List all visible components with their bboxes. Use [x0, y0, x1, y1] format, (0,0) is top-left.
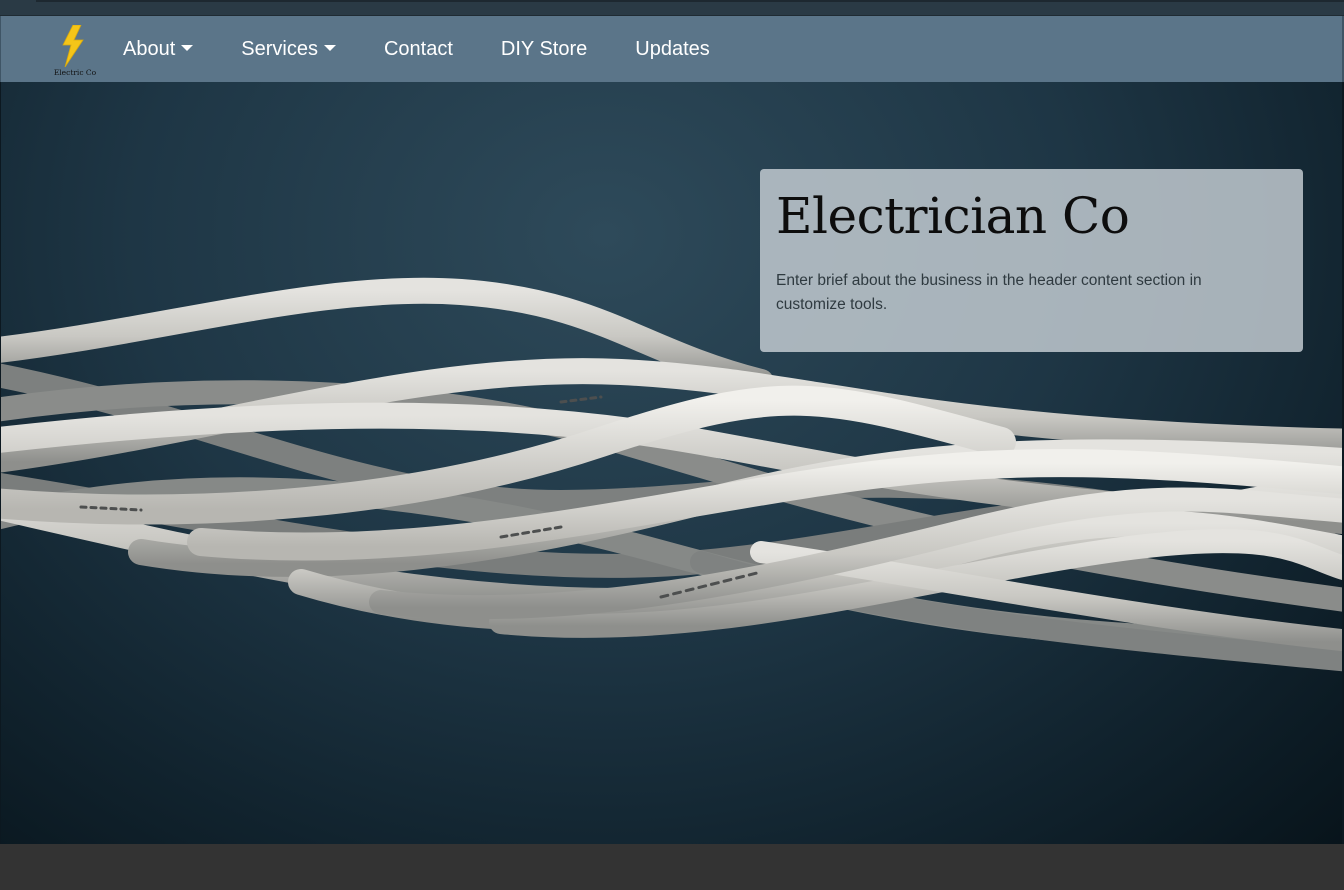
browser-top-strip [0, 0, 1344, 16]
nav-contact-label: Contact [383, 37, 453, 60]
brand-logo[interactable]: Electric Co [53, 23, 97, 79]
nav-updates[interactable]: Updates [635, 38, 710, 61]
chevron-down-icon [323, 45, 336, 51]
nav-services[interactable]: Services [241, 38, 336, 61]
nav-about-label: About [123, 37, 176, 60]
business-description: Enter brief about the business in the he… [776, 272, 1202, 313]
intro-card: Electrician Co Enter brief about the bus… [760, 169, 1303, 352]
lightning-bolt-icon [62, 25, 84, 67]
page-footer [0, 844, 1344, 890]
nav-diy-store-label: DIY Store [500, 37, 588, 60]
page-title: Electrician Co [776, 187, 1130, 245]
nav-updates-label: Updates [635, 37, 710, 60]
nav-diy-store[interactable]: DIY Store [501, 38, 587, 61]
logo-text: Electric Co [53, 68, 97, 77]
hero-section: Electrician Co Enter brief about the bus… [0, 82, 1344, 844]
main-navbar: Electric Co About Services Contact DIY S… [0, 16, 1344, 82]
nav-about[interactable]: About [123, 37, 194, 61]
nav-contact[interactable]: Contact [384, 38, 453, 61]
chevron-down-icon [181, 45, 194, 51]
nav-services-label: Services [241, 37, 318, 60]
